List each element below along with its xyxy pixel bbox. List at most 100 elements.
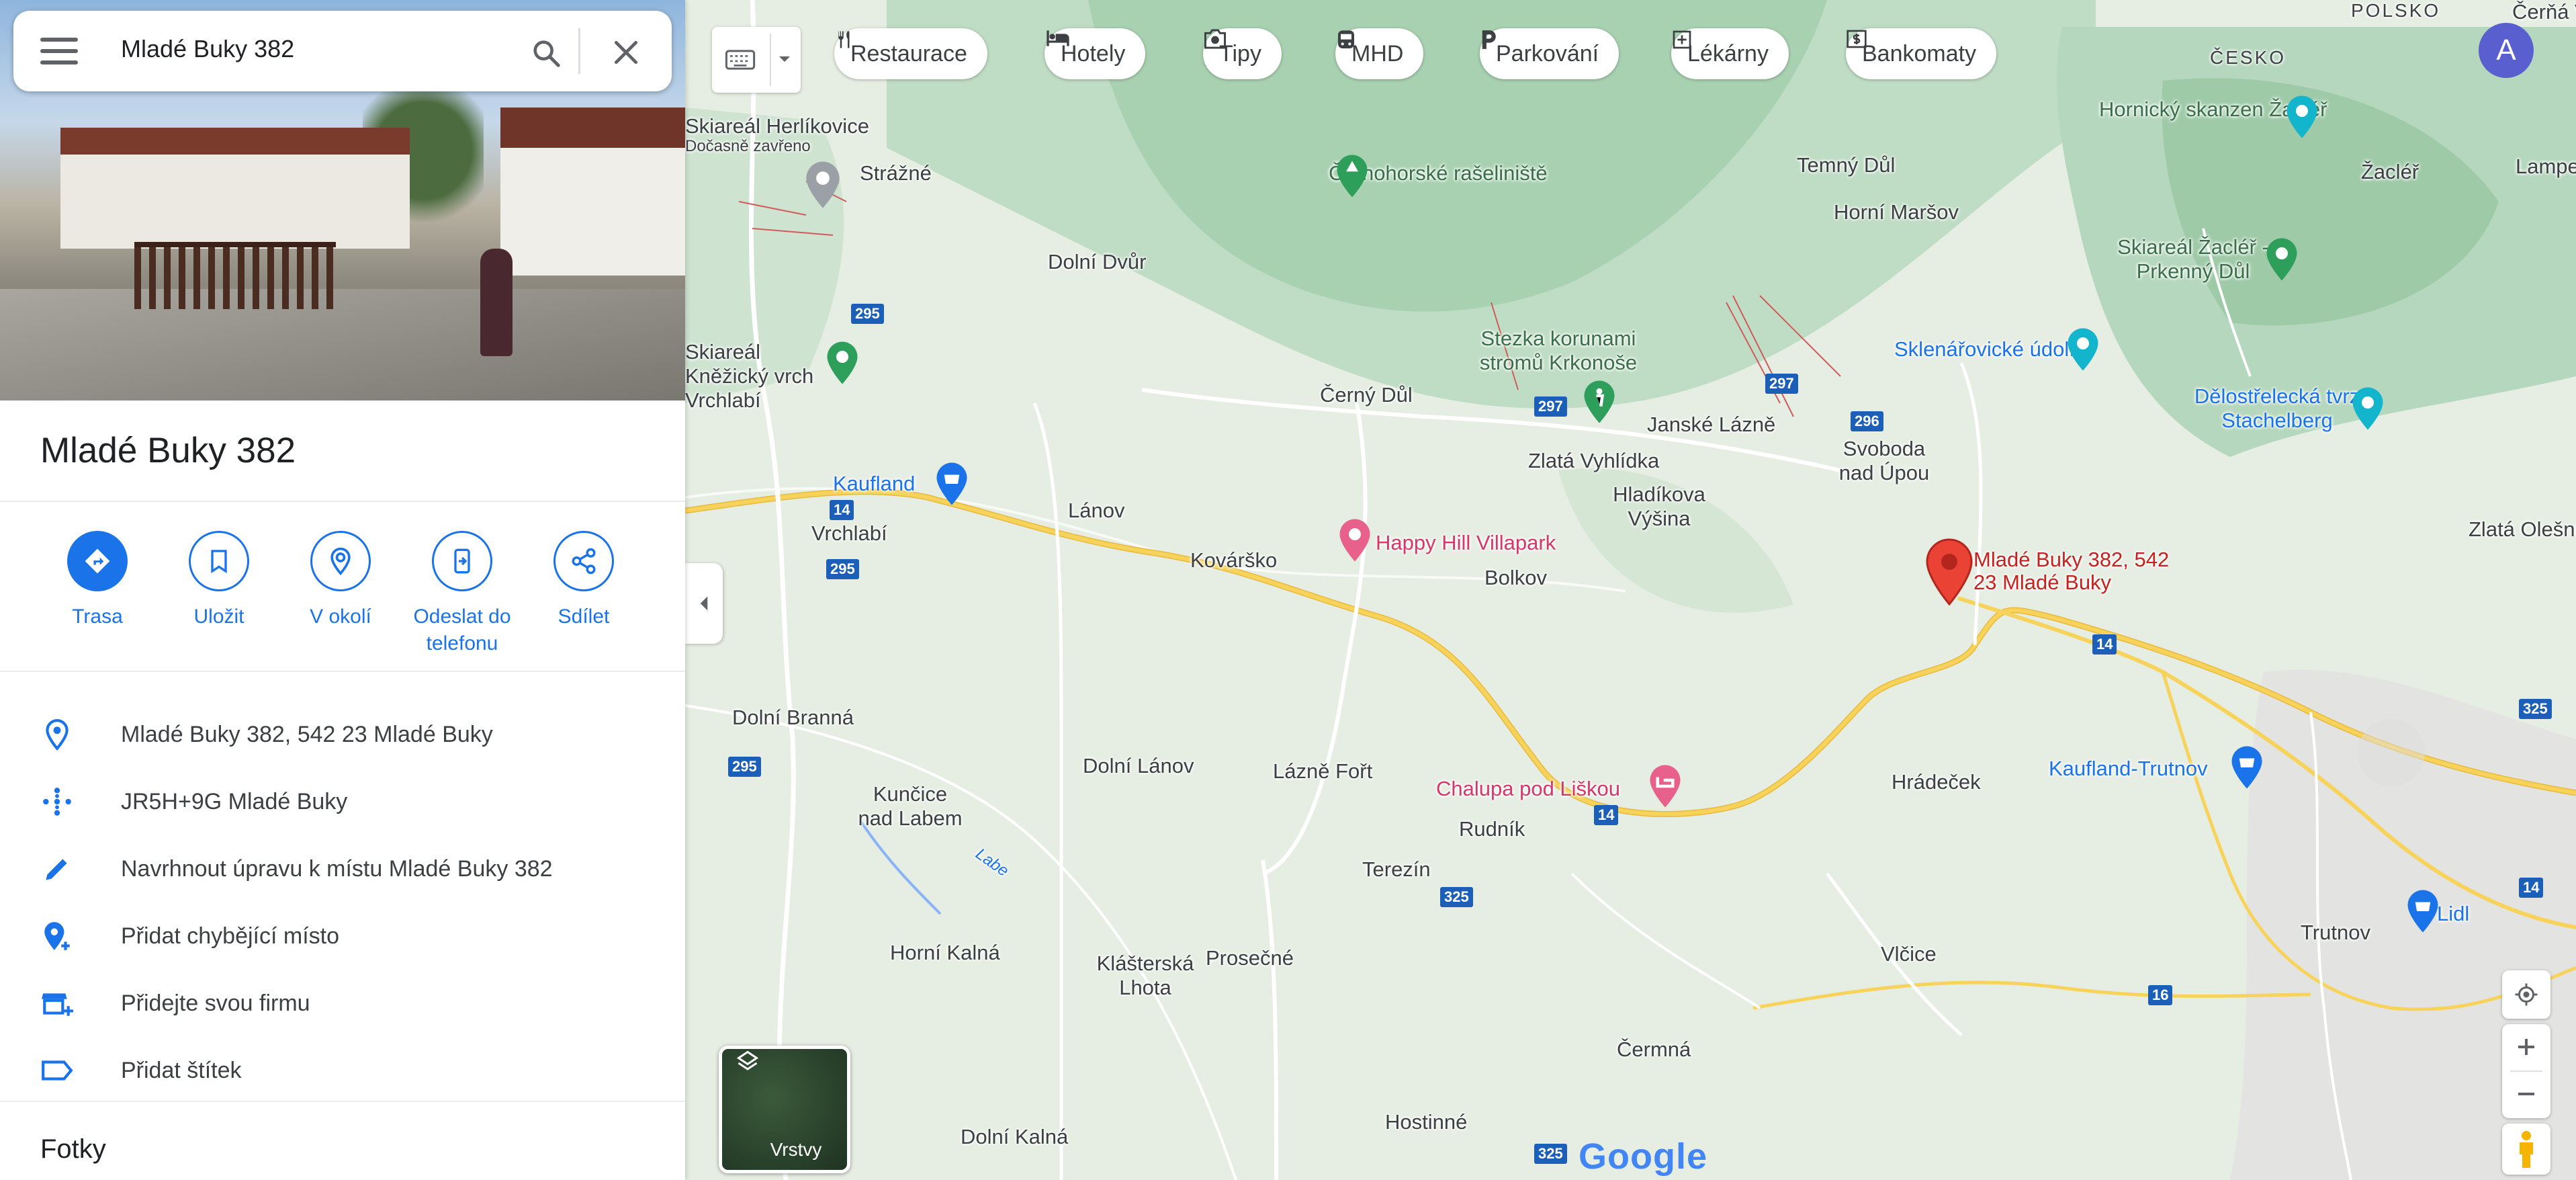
- map-label[interactable]: Dolní Lánov: [1083, 754, 1194, 778]
- selected-place-pin-icon[interactable]: [1925, 538, 1973, 606]
- menu-icon[interactable]: [40, 38, 78, 65]
- museum-place-icon[interactable]: [2065, 327, 2101, 372]
- map-label[interactable]: Zlatá Olešnice: [2469, 517, 2576, 542]
- save-label: Uložit: [193, 605, 245, 628]
- map-label[interactable]: Černý Důl: [1320, 383, 1413, 407]
- chip-pharmacies[interactable]: Lékárny: [1671, 28, 1789, 79]
- map-label[interactable]: Lampert: [2516, 155, 2576, 179]
- keyboard-button[interactable]: [712, 27, 801, 93]
- map-label[interactable]: Horní Kalná: [890, 941, 1000, 965]
- side-panel: Mladé Buky 382 Mladé Buky 382 Trasa Ulož…: [0, 0, 685, 1180]
- map-label[interactable]: Dolní Branná: [732, 706, 854, 730]
- shopping-place-icon[interactable]: [2405, 888, 2441, 934]
- map-label[interactable]: Kovárško: [1190, 548, 1277, 573]
- map-label[interactable]: Rudník: [1459, 817, 1525, 841]
- close-icon[interactable]: [611, 38, 641, 67]
- shopping-place-icon[interactable]: [934, 461, 970, 507]
- shopping-place-icon[interactable]: [2229, 745, 2265, 790]
- map-label[interactable]: Klášterská Lhota: [1085, 952, 1206, 1000]
- map-label[interactable]: Dolní Dvůr: [1048, 250, 1146, 274]
- map-label[interactable]: Hladíkova Výšina: [1592, 482, 1726, 531]
- map-label[interactable]: Terezín: [1362, 857, 1431, 882]
- map-canvas[interactable]: Restaurace Hotely Tipy MHD Parkování Lék…: [685, 0, 2576, 1180]
- save-button[interactable]: Uložit: [159, 531, 279, 630]
- museum-place-icon[interactable]: [2284, 94, 2320, 140]
- map-label[interactable]: Žacléř: [2361, 160, 2419, 184]
- museum-place-icon[interactable]: [2350, 386, 2386, 431]
- chip-tips[interactable]: Tipy: [1203, 28, 1282, 79]
- account-avatar[interactable]: A: [2479, 23, 2534, 78]
- park-place-icon[interactable]: [824, 339, 860, 386]
- suggest-edit-row[interactable]: Navrhnout úpravu k místu Mladé Buky 382: [0, 835, 685, 902]
- add-business-row[interactable]: Přidejte svou firmu: [0, 969, 685, 1036]
- map-label[interactable]: Trutnov: [2301, 921, 2370, 945]
- map-label[interactable]: Vrchlabí: [811, 521, 887, 546]
- layers-icon: [736, 1050, 759, 1070]
- map-label[interactable]: Strážné: [860, 161, 932, 185]
- hiking-place-icon[interactable]: [1581, 379, 1617, 425]
- chip-label: Restaurace: [850, 40, 967, 67]
- map-label[interactable]: Lánov: [1068, 499, 1124, 523]
- search-input[interactable]: Mladé Buky 382: [121, 35, 484, 63]
- map-label[interactable]: Kaufland-Trutnov: [2049, 757, 2208, 781]
- share-button[interactable]: Sdílet: [523, 531, 644, 630]
- send-to-phone-label: Odeslat do telefonu: [413, 605, 511, 655]
- chip-hotels[interactable]: Hotely: [1045, 28, 1146, 79]
- map-label[interactable]: Zlatá Vyhlídka: [1528, 449, 1659, 473]
- zoom-in-icon[interactable]: [2516, 1036, 2537, 1058]
- add-label-row[interactable]: Přidat štítek: [0, 1036, 685, 1103]
- chip-atms[interactable]: Bankomaty: [1846, 28, 1997, 79]
- lodging-place-icon[interactable]: [1647, 763, 1683, 809]
- map-label[interactable]: Dělostřelecká tvrz Stachelberg: [2190, 384, 2364, 433]
- directions-button[interactable]: Trasa: [37, 531, 158, 630]
- map-label[interactable]: Temný Důl: [1797, 153, 1895, 177]
- send-to-phone-button[interactable]: Odeslat do telefonu: [402, 531, 523, 657]
- map-label[interactable]: Chalupa pod Liškou: [1436, 777, 1620, 801]
- search-box[interactable]: Mladé Buky 382: [13, 11, 672, 91]
- chip-label: Bankomaty: [1862, 40, 1977, 67]
- route-shield: 14: [830, 500, 854, 520]
- collapse-panel-button[interactable]: [685, 563, 723, 644]
- map-label[interactable]: Kunčice nad Labem: [853, 782, 967, 831]
- address-row[interactable]: Mladé Buky 382, 542 23 Mladé Buky: [0, 700, 685, 767]
- map-label[interactable]: Kaufland: [833, 472, 915, 496]
- plus-code-row[interactable]: JR5H+9G Mladé Buky: [0, 767, 685, 835]
- map-label[interactable]: Skiareál Herlíkovice: [685, 114, 869, 138]
- map-label[interactable]: Hostinné: [1385, 1110, 1467, 1134]
- chip-transit[interactable]: MHD: [1335, 28, 1424, 79]
- nearby-button[interactable]: V okolí: [280, 531, 401, 630]
- parking-icon: [1482, 30, 1496, 49]
- map-label[interactable]: Hrádeček: [1892, 770, 1981, 794]
- hotel-place-icon[interactable]: [1337, 517, 1373, 563]
- add-place-row[interactable]: Přidat chybějící místo: [0, 902, 685, 969]
- map-label[interactable]: Stezka korunami stromů Krkonoše: [1458, 327, 1659, 375]
- tree-place-icon[interactable]: [1334, 153, 1370, 199]
- street-view-button[interactable]: [2502, 1124, 2550, 1175]
- map-label[interactable]: Lidl: [2437, 902, 2469, 926]
- map-label[interactable]: Svoboda nad Úpou: [1834, 437, 1935, 485]
- ski-place-icon[interactable]: [803, 160, 843, 210]
- search-icon[interactable]: [531, 38, 562, 69]
- route-shield: 325: [1534, 1144, 1567, 1164]
- map-label[interactable]: Sklenářovické údolí: [1894, 337, 2075, 362]
- park-place-icon[interactable]: [2264, 237, 2300, 282]
- selected-place-label[interactable]: Mladé Buky 382, 542 23 Mladé Buky: [1973, 548, 2188, 594]
- chevron-down-icon[interactable]: [776, 54, 793, 65]
- map-label[interactable]: Dolní Kalná: [961, 1125, 1068, 1149]
- map-label[interactable]: Horní Maršov: [1834, 200, 1959, 224]
- map-label[interactable]: Čermná: [1617, 1038, 1691, 1062]
- map-label[interactable]: Prosečné: [1206, 946, 1294, 970]
- map-label[interactable]: Happy Hill Villapark: [1376, 531, 1556, 555]
- map-label[interactable]: Janské Lázně: [1647, 413, 1775, 437]
- chip-parking[interactable]: Parkování: [1480, 28, 1619, 79]
- map-label[interactable]: Vlčice: [1881, 942, 1937, 966]
- map-label[interactable]: Bolkov: [1484, 566, 1547, 590]
- zoom-out-icon[interactable]: [2516, 1083, 2537, 1105]
- my-location-button[interactable]: [2502, 970, 2550, 1019]
- chip-restaurants[interactable]: Restaurace: [834, 28, 987, 79]
- map-label[interactable]: Skiareál Žacléř - Prkenný Důl: [2109, 235, 2277, 284]
- layers-button[interactable]: Vrstvy: [719, 1046, 850, 1173]
- map-label[interactable]: Čerňá Vodá: [2512, 0, 2576, 24]
- map-label[interactable]: Skiareál Kněžický vrch Vrchlabí: [685, 340, 819, 413]
- map-label[interactable]: Lázně Fořt: [1273, 759, 1372, 784]
